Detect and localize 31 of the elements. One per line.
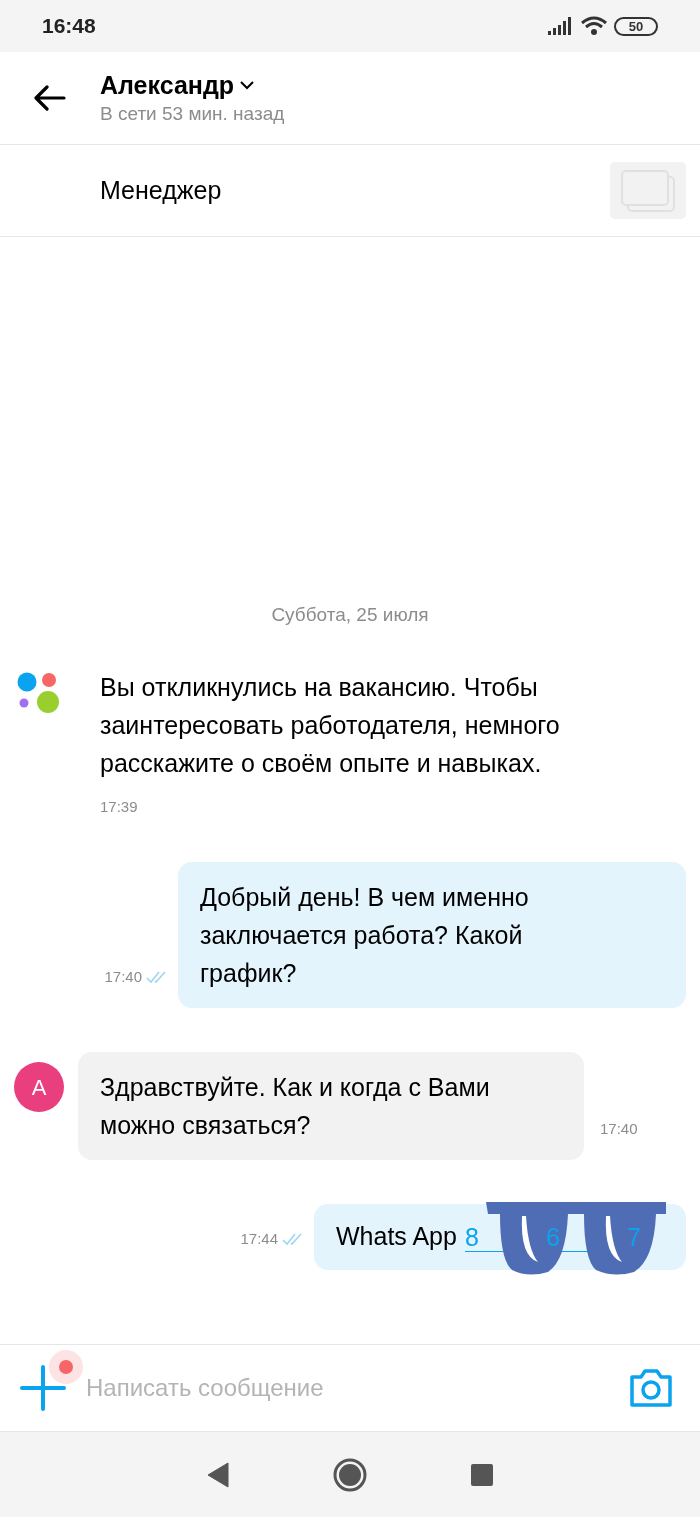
clock: 16:48: [42, 13, 96, 40]
online-status: В сети 53 мин. назад: [100, 102, 285, 126]
wifi-icon: [580, 16, 608, 36]
signal-icon: [548, 17, 574, 35]
home-nav-icon[interactable]: [333, 1457, 367, 1492]
system-message: Вы откликнулись на вакансию. Чтобы заинтересовать работодателя, немного расскажите о своём опыте и навыках.: [100, 671, 561, 779]
message-text: Здравствуйте. Как и когда с Вами можно связаться?: [100, 1072, 491, 1141]
camera-button[interactable]: [628, 1368, 674, 1408]
camera-icon: [628, 1368, 674, 1408]
message-text: Whats App: [336, 1221, 457, 1253]
message-time: 17:40: [104, 966, 142, 987]
recents-nav-icon[interactable]: [471, 1463, 493, 1486]
message-text: Добрый день! В чем именно заключается работа? Какой график?: [200, 882, 530, 989]
contact-name[interactable]: Александр: [100, 69, 235, 101]
message-time: 17:39: [100, 796, 139, 817]
phone-link-fragment[interactable]: 7: [627, 1222, 641, 1251]
vacancy-title[interactable]: Менеджер: [100, 171, 610, 210]
avatar: А: [14, 1062, 64, 1112]
battery-indicator: 50: [614, 16, 658, 36]
back-arrow-icon: [34, 85, 66, 111]
chevron-down-icon: [240, 80, 255, 90]
date-divider: Суббота, 25 июля: [271, 604, 429, 625]
vacancy-thumbnail[interactable]: [610, 162, 686, 219]
phone-link-fragment[interactable]: 6: [545, 1222, 560, 1251]
message-time: 17:44: [240, 1228, 278, 1249]
message-time: 17:40: [600, 1118, 638, 1139]
message-input[interactable]: Написать сообщение: [86, 1370, 628, 1406]
back-nav-icon[interactable]: [207, 1461, 229, 1488]
plus-icon: [20, 1365, 66, 1411]
logo-icon: [16, 670, 62, 713]
phone-link-fragment[interactable]: 8: [464, 1222, 479, 1251]
